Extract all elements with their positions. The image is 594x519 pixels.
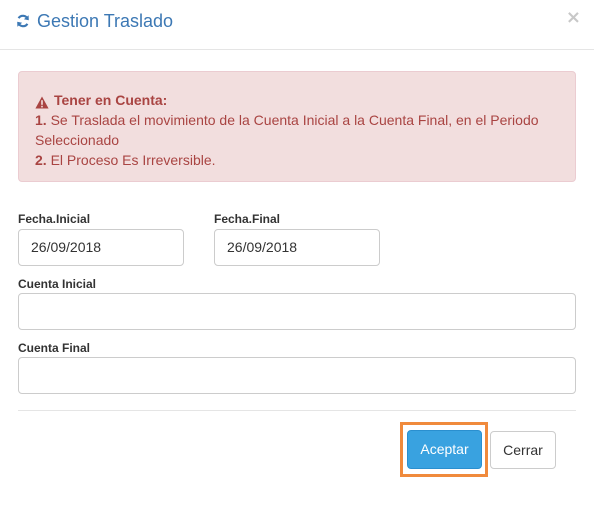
fecha-inicial-label: Fecha.Inicial [18,212,91,226]
alert-item-number: 2. [35,152,47,168]
title-wrap: Gestion Traslado [16,11,173,31]
alert-item-number: 1. [35,112,47,128]
warning-icon [35,94,49,108]
modal-header: Gestion Traslado × [0,0,594,50]
accept-button[interactable]: Aceptar [407,430,482,469]
alert-item: 1. Se Traslada el movimiento de la Cuent… [35,110,559,150]
close-icon[interactable]: × [566,8,581,28]
alert-item: 2. El Proceso Es Irreversible. [35,150,559,170]
gestion-traslado-modal: Gestion Traslado × Tener en Cuenta: 1. S… [0,0,594,519]
fecha-final-input[interactable]: 26/09/2018 [214,229,380,266]
alert-item-text: Se Traslada el movimiento de la Cuenta I… [35,112,539,148]
fecha-inicial-input[interactable]: 26/09/2018 [18,229,184,266]
warning-alert: Tener en Cuenta: 1. Se Traslada el movim… [18,71,576,182]
footer-divider [18,410,576,411]
refresh-icon [16,14,30,28]
alert-item-text: El Proceso Es Irreversible. [46,152,216,168]
alert-heading-text: Tener en Cuenta: [54,92,168,108]
close-button[interactable]: Cerrar [490,431,556,469]
fecha-final-label: Fecha.Final [214,212,281,226]
cuenta-inicial-label: Cuenta Inicial [18,277,97,291]
cuenta-final-input[interactable] [18,357,576,394]
modal-title: Gestion Traslado [37,11,174,31]
cuenta-final-label: Cuenta Final [18,341,91,355]
cuenta-inicial-input[interactable] [18,293,576,330]
alert-heading: Tener en Cuenta: [35,90,559,110]
